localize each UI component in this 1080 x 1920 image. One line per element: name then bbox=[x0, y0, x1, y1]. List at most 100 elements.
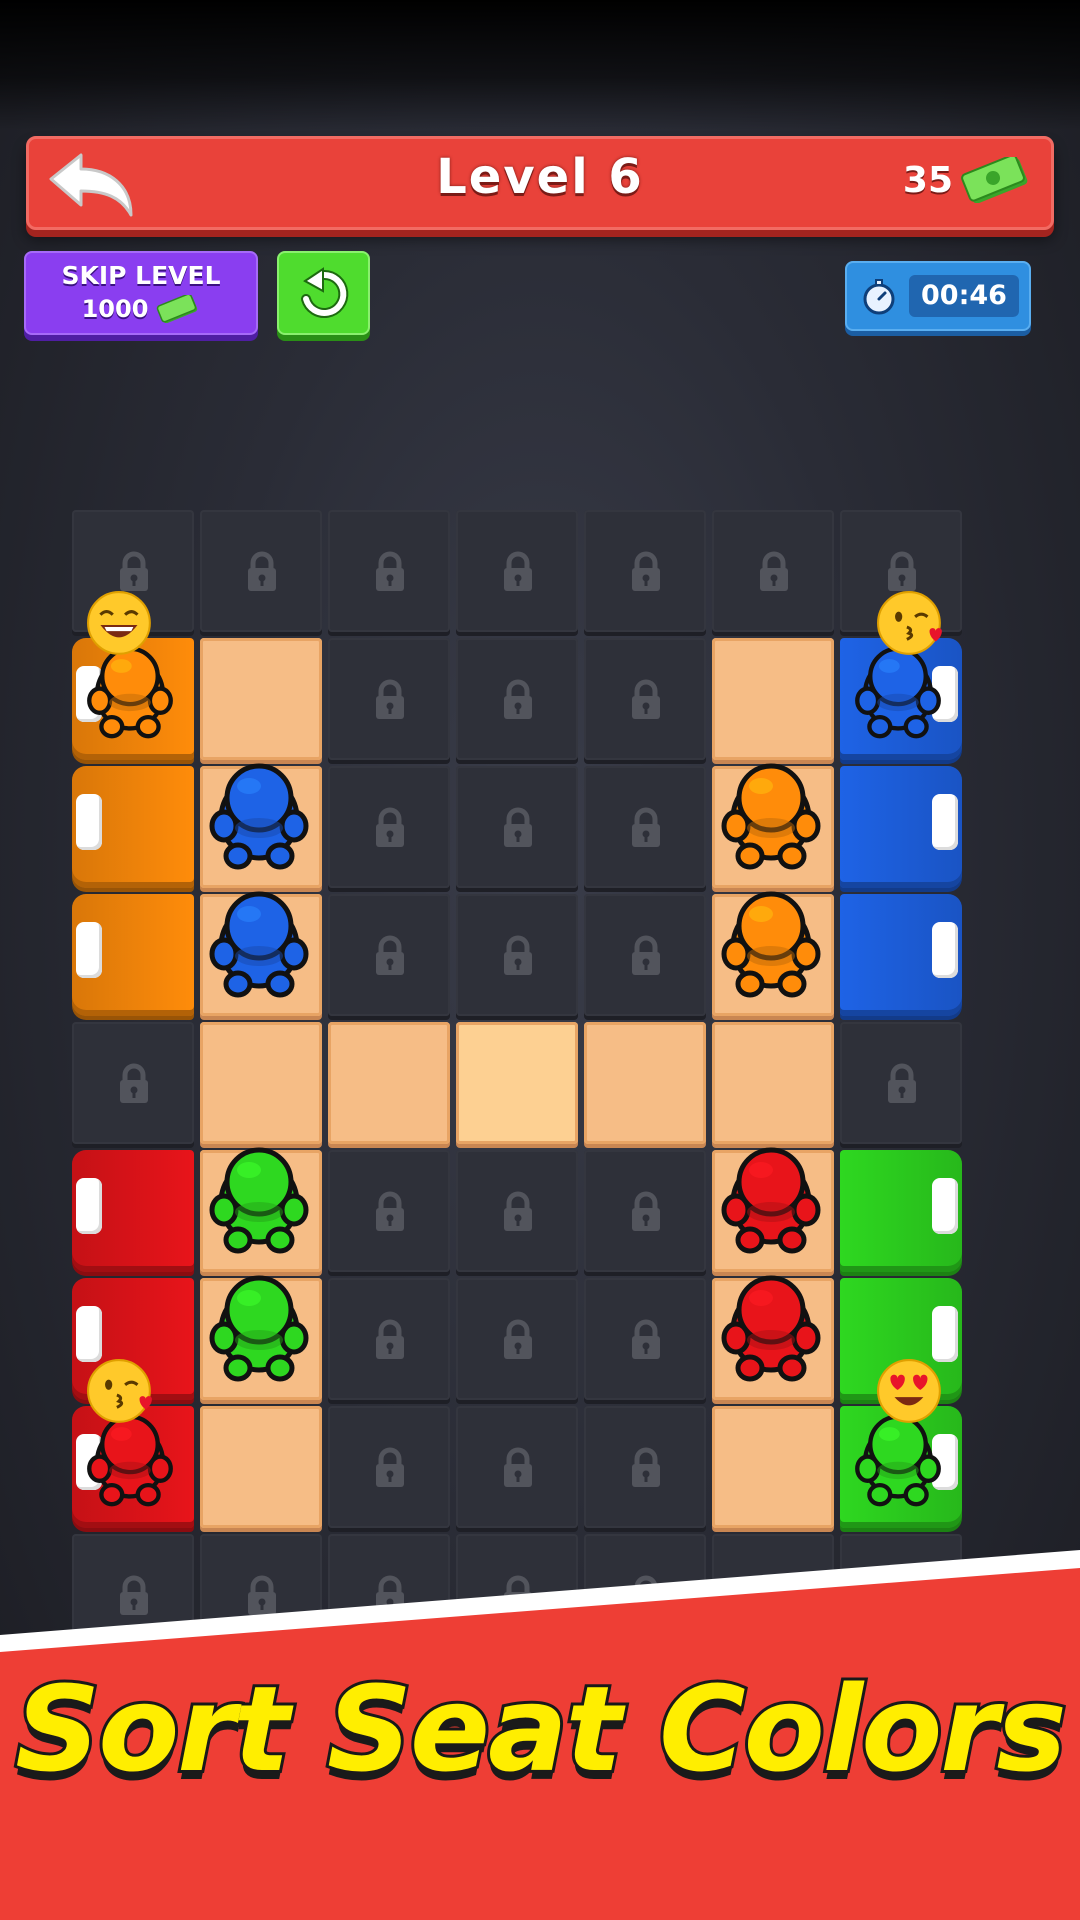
seat-pillow bbox=[932, 1306, 958, 1362]
lock-icon bbox=[376, 1447, 404, 1487]
lock-icon bbox=[504, 1191, 532, 1231]
emoji-kiss-icon bbox=[876, 590, 946, 664]
lock-icon bbox=[632, 1447, 660, 1487]
emoji-kiss-icon bbox=[86, 1358, 156, 1432]
locked-cell bbox=[328, 1150, 450, 1272]
seat-pillow bbox=[76, 1178, 102, 1234]
blue-seat[interactable] bbox=[840, 894, 962, 1016]
lock-icon bbox=[376, 1191, 404, 1231]
floor-tile[interactable] bbox=[200, 638, 322, 760]
header-bar: Level 6 35 bbox=[26, 136, 1054, 230]
locked-cell bbox=[328, 766, 450, 888]
top-fade bbox=[0, 0, 1080, 130]
lock-icon bbox=[760, 551, 788, 591]
timer: 00:46 bbox=[845, 261, 1031, 331]
floor-tile[interactable] bbox=[200, 1022, 322, 1144]
lock-icon bbox=[120, 1063, 148, 1103]
lock-icon bbox=[888, 551, 916, 591]
green-passenger[interactable] bbox=[204, 1268, 314, 1392]
floor-tile[interactable] bbox=[584, 1022, 706, 1144]
red-seat[interactable] bbox=[72, 1150, 194, 1272]
seat-pillow bbox=[932, 922, 958, 978]
locked-cell bbox=[328, 1406, 450, 1528]
floor-tile[interactable] bbox=[328, 1022, 450, 1144]
level-title: Level 6 bbox=[436, 149, 644, 205]
skip-level-button[interactable]: SKIP LEVEL 1000 bbox=[24, 251, 258, 335]
locked-cell bbox=[328, 1278, 450, 1400]
locked-cell bbox=[584, 894, 706, 1016]
locked-cell bbox=[456, 1150, 578, 1272]
lock-icon bbox=[632, 807, 660, 847]
lock-icon bbox=[632, 1191, 660, 1231]
seat-pillow bbox=[76, 794, 102, 850]
lock-icon bbox=[376, 551, 404, 591]
lock-icon bbox=[504, 551, 532, 591]
lock-icon bbox=[504, 1319, 532, 1359]
red-passenger[interactable] bbox=[716, 1140, 826, 1264]
locked-cell bbox=[712, 510, 834, 632]
lock-icon bbox=[504, 935, 532, 975]
locked-cell bbox=[456, 1278, 578, 1400]
timer-value: 00:46 bbox=[909, 275, 1019, 317]
lock-icon bbox=[376, 1319, 404, 1359]
floor-tile[interactable] bbox=[456, 1022, 578, 1144]
restart-button[interactable] bbox=[277, 251, 370, 335]
lock-icon bbox=[504, 807, 532, 847]
seat-pillow bbox=[76, 922, 102, 978]
skip-level-label: SKIP LEVEL bbox=[61, 261, 221, 290]
floor-tile[interactable] bbox=[712, 1406, 834, 1528]
blue-seat[interactable] bbox=[840, 766, 962, 888]
money-value: 35 bbox=[902, 159, 953, 201]
locked-cell bbox=[584, 766, 706, 888]
emoji-laugh-icon bbox=[86, 590, 156, 664]
locked-cell bbox=[72, 1022, 194, 1144]
floor-tile[interactable] bbox=[712, 1022, 834, 1144]
lock-icon bbox=[504, 1447, 532, 1487]
locked-cell bbox=[200, 510, 322, 632]
locked-cell bbox=[584, 638, 706, 760]
banner-title: Sort Seat Colors bbox=[12, 1657, 1069, 1801]
locked-cell bbox=[456, 894, 578, 1016]
orange-seat[interactable] bbox=[72, 894, 194, 1016]
locked-cell bbox=[328, 510, 450, 632]
red-passenger[interactable] bbox=[716, 1268, 826, 1392]
lock-icon bbox=[888, 1063, 916, 1103]
blue-passenger[interactable] bbox=[204, 884, 314, 1008]
orange-passenger[interactable] bbox=[716, 756, 826, 880]
seat-pillow bbox=[76, 1306, 102, 1362]
locked-cell bbox=[328, 638, 450, 760]
locked-cell bbox=[456, 1406, 578, 1528]
stopwatch-icon bbox=[863, 279, 895, 315]
locked-cell bbox=[328, 894, 450, 1016]
green-seat[interactable] bbox=[840, 1150, 962, 1272]
cash-icon bbox=[157, 295, 198, 323]
locked-cell bbox=[584, 1278, 706, 1400]
skip-cost: 1000 bbox=[81, 295, 149, 323]
money-display: 35 bbox=[903, 157, 1031, 203]
floor-tile[interactable] bbox=[200, 1406, 322, 1528]
locked-cell bbox=[584, 510, 706, 632]
locked-cell bbox=[584, 1150, 706, 1272]
green-passenger[interactable] bbox=[204, 1140, 314, 1264]
lock-icon bbox=[248, 551, 276, 591]
lock-icon bbox=[376, 679, 404, 719]
seat-pillow bbox=[932, 794, 958, 850]
orange-passenger[interactable] bbox=[716, 884, 826, 1008]
lock-icon bbox=[632, 679, 660, 719]
orange-seat[interactable] bbox=[72, 766, 194, 888]
seat-pillow bbox=[932, 1178, 958, 1234]
floor-tile[interactable] bbox=[712, 638, 834, 760]
lock-icon bbox=[120, 551, 148, 591]
locked-cell bbox=[456, 510, 578, 632]
lock-icon bbox=[632, 935, 660, 975]
locked-cell bbox=[456, 638, 578, 760]
emoji-love-icon bbox=[876, 1358, 946, 1432]
locked-cell bbox=[456, 766, 578, 888]
refresh-icon bbox=[301, 267, 349, 318]
lock-icon bbox=[632, 551, 660, 591]
blue-passenger[interactable] bbox=[204, 756, 314, 880]
lock-icon bbox=[632, 1319, 660, 1359]
lock-icon bbox=[376, 935, 404, 975]
locked-cell bbox=[584, 1406, 706, 1528]
lock-icon bbox=[504, 679, 532, 719]
